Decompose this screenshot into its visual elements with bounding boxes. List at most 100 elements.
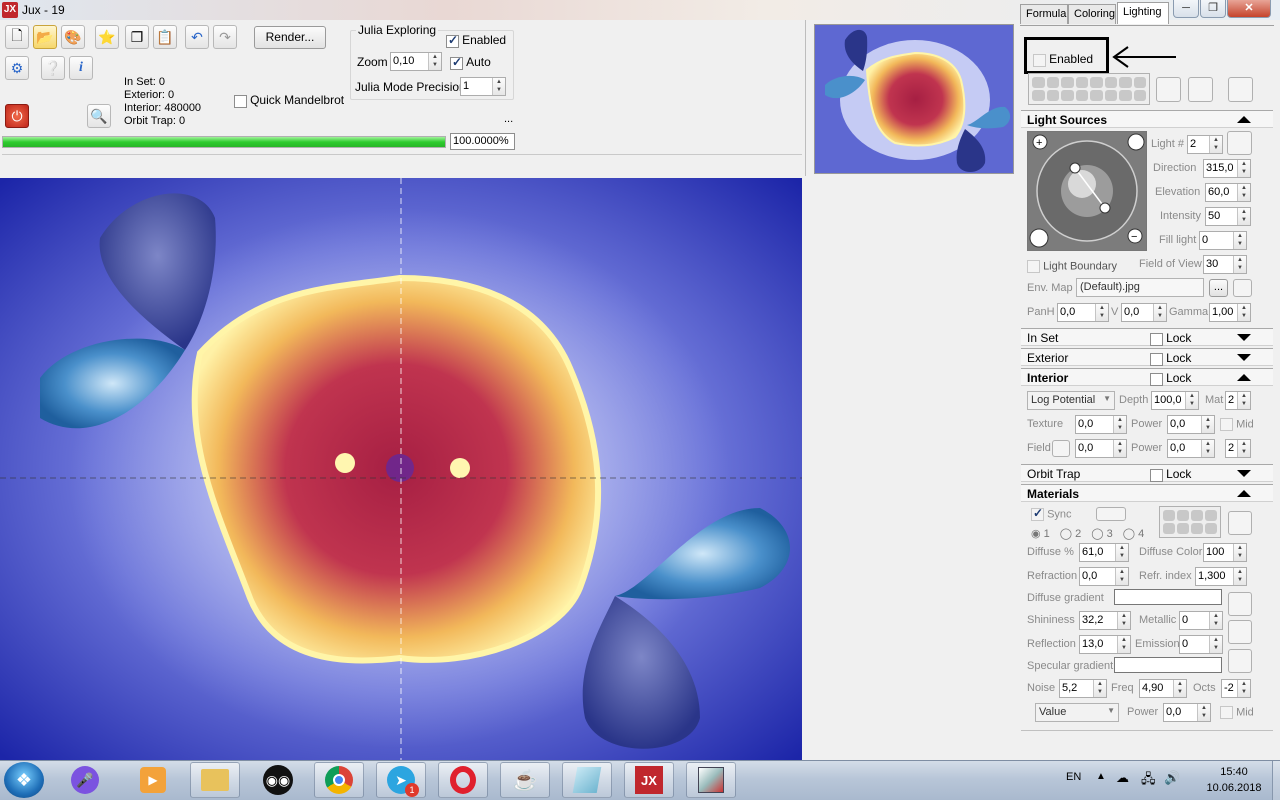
interior-mid-checkbox[interactable]: Mid: [1220, 418, 1254, 431]
minimize-button[interactable]: ─: [1173, 0, 1199, 18]
redo-icon[interactable]: ↷: [213, 25, 237, 49]
refraction-spinner[interactable]: 0,0 ▲ ▼: [1079, 567, 1129, 586]
close-button[interactable]: ✕: [1227, 0, 1271, 18]
language-indicator[interactable]: EN: [1066, 771, 1081, 783]
julia-enabled-checkbox[interactable]: Enabled: [446, 33, 506, 48]
in-set-lock-checkbox[interactable]: Lock: [1150, 331, 1191, 346]
mat-spinner[interactable]: 2 ▲ ▼: [1225, 391, 1251, 410]
elevation-spinner[interactable]: 60,0 ▲ ▼: [1205, 183, 1251, 202]
save-icon[interactable]: ⭐: [95, 25, 119, 49]
reflection-spinner[interactable]: 13,0 ▲ ▼: [1079, 635, 1131, 654]
start-button[interactable]: ❖: [4, 762, 44, 798]
options-ellipsis[interactable]: ...: [504, 113, 513, 125]
interior-lock-checkbox[interactable]: Lock: [1150, 371, 1191, 386]
media-player-icon[interactable]: ▶: [128, 762, 178, 798]
shininess-spinner[interactable]: 32,2 ▲ ▼: [1079, 611, 1131, 630]
power2-spinner[interactable]: 0,0 ▲ ▼: [1167, 439, 1215, 458]
emission-spinner[interactable]: 0 ▲ ▼: [1179, 635, 1223, 654]
light-boundary-checkbox[interactable]: Light Boundary: [1027, 260, 1117, 273]
noise-power-spinner[interactable]: 0,0 ▲ ▼: [1163, 703, 1211, 722]
lighting-enabled-checkbox[interactable]: Enabled: [1033, 52, 1093, 67]
material-color-swatch[interactable]: [1228, 511, 1252, 535]
field-of-view-spinner[interactable]: 30 ▲ ▼: [1203, 255, 1247, 274]
field-color-swatch[interactable]: [1052, 440, 1070, 457]
freq-spinner[interactable]: 4,90 ▲ ▼: [1139, 679, 1187, 698]
orbit-trap-lock-checkbox[interactable]: Lock: [1150, 467, 1191, 482]
field-spinner[interactable]: 0,0 ▲ ▼: [1075, 439, 1127, 458]
java-icon[interactable]: ☕: [500, 762, 550, 798]
power-icon[interactable]: ⏻: [5, 104, 29, 128]
light-preset-button-3[interactable]: [1228, 77, 1253, 102]
collapse-up-icon[interactable]: [1237, 116, 1251, 123]
collapse-up-icon[interactable]: [1237, 490, 1251, 497]
fill-light-spinner[interactable]: 0 ▲ ▼: [1199, 231, 1247, 250]
material-radio-3[interactable]: ◯ 3: [1091, 527, 1113, 540]
cloud-icon[interactable]: ☁: [1116, 770, 1129, 786]
light-preset-button-2[interactable]: [1188, 77, 1213, 102]
volume-icon[interactable]: 🔊: [1164, 770, 1180, 786]
voice-assistant-icon[interactable]: 🎤: [60, 762, 110, 798]
help-icon[interactable]: ❔: [41, 56, 65, 80]
fractal-canvas[interactable]: [0, 178, 802, 760]
power-spinner[interactable]: 0,0 ▲ ▼: [1167, 415, 1215, 434]
env-map-browse-button[interactable]: ...: [1209, 279, 1228, 297]
material-radio-2[interactable]: ◯ 2: [1060, 527, 1082, 540]
tray-expand-icon[interactable]: ▲: [1096, 771, 1106, 782]
panh-spinner[interactable]: 0,0 ▲ ▼: [1057, 303, 1109, 322]
graphics-app-icon[interactable]: [686, 762, 736, 798]
value-select[interactable]: Value ▼: [1035, 703, 1119, 722]
show-desktop-button[interactable]: [1272, 761, 1280, 800]
material-radio-1[interactable]: ◉ 1: [1031, 527, 1050, 540]
light-preset-grid[interactable]: [1028, 73, 1150, 105]
light-direction-sphere[interactable]: + −: [1027, 131, 1147, 251]
zoom-magnifier-icon[interactable]: 🔍: [87, 104, 111, 128]
clock[interactable]: 15:40 10.06.2018: [1204, 764, 1264, 796]
julia-precision-spinner[interactable]: 1 ▲ ▼: [460, 77, 506, 96]
v-spinner[interactable]: 0,0 ▲ ▼: [1121, 303, 1167, 322]
texture-spinner[interactable]: 0,0 ▲ ▼: [1075, 415, 1127, 434]
open-palette-icon[interactable]: 🎨: [61, 25, 85, 49]
tab-lighting[interactable]: Lighting: [1117, 2, 1169, 24]
render-button[interactable]: Render...: [254, 26, 326, 49]
expand-down-icon[interactable]: [1237, 354, 1251, 361]
specular-color-swatch[interactable]: [1228, 620, 1252, 644]
file-explorer-icon[interactable]: [190, 762, 240, 798]
preview-thumbnail[interactable]: [814, 24, 1014, 174]
light-color-swatch[interactable]: [1227, 131, 1252, 155]
open-folder-icon[interactable]: 📂: [33, 25, 57, 49]
section-interior[interactable]: Interior: [1021, 368, 1273, 386]
gamma-spinner[interactable]: 1,00 ▲ ▼: [1209, 303, 1251, 322]
material-radio-4[interactable]: ◯ 4: [1123, 527, 1145, 540]
julia-auto-checkbox[interactable]: Auto: [450, 55, 491, 70]
octs-spinner[interactable]: -2 ▲ ▼: [1221, 679, 1251, 698]
telegram-icon[interactable]: ➤ 1: [376, 762, 426, 798]
section-materials[interactable]: Materials: [1021, 484, 1273, 502]
section-light-sources[interactable]: Light Sources: [1021, 110, 1273, 128]
notes-app-icon[interactable]: [562, 762, 612, 798]
specular-gradient-button[interactable]: [1228, 649, 1252, 673]
diffuse-spinner[interactable]: 61,0 ▲ ▼: [1079, 543, 1129, 562]
tab-coloring[interactable]: Coloring: [1068, 4, 1116, 24]
quick-mandelbrot-checkbox[interactable]: Quick Mandelbrot: [234, 93, 344, 108]
direction-spinner[interactable]: 315,0 ▲ ▼: [1203, 159, 1251, 178]
paste-icon[interactable]: 📋: [153, 25, 177, 49]
section-in-set[interactable]: In Set: [1021, 328, 1273, 346]
diffuse-gradient-button[interactable]: [1228, 592, 1252, 616]
noise-mid-checkbox[interactable]: Mid: [1220, 706, 1254, 719]
depth-spinner[interactable]: 100,0 ▲ ▼: [1151, 391, 1199, 410]
network-icon[interactable]: 🖧: [1141, 770, 1156, 792]
intensity-spinner[interactable]: 50 ▲ ▼: [1205, 207, 1251, 226]
material-preset-grid[interactable]: [1159, 506, 1221, 538]
light-number-spinner[interactable]: 2 ▲ ▼: [1187, 135, 1223, 154]
noise-spinner[interactable]: 5,2 ▲ ▼: [1059, 679, 1107, 698]
undo-icon[interactable]: ↶: [185, 25, 209, 49]
tab-formula[interactable]: Formula: [1020, 4, 1068, 24]
maximize-button[interactable]: ❐: [1200, 0, 1226, 18]
app-icon[interactable]: JX: [2, 2, 18, 18]
mat2-spinner[interactable]: 2 ▲ ▼: [1225, 439, 1251, 458]
sync-swatch[interactable]: [1096, 507, 1126, 521]
env-map-field[interactable]: (Default).jpg: [1076, 278, 1204, 297]
diffuse-color-spinner[interactable]: 100 ▲ ▼: [1203, 543, 1247, 562]
settings-gear-icon[interactable]: ⚙: [5, 56, 29, 80]
expand-down-icon[interactable]: [1237, 470, 1251, 477]
